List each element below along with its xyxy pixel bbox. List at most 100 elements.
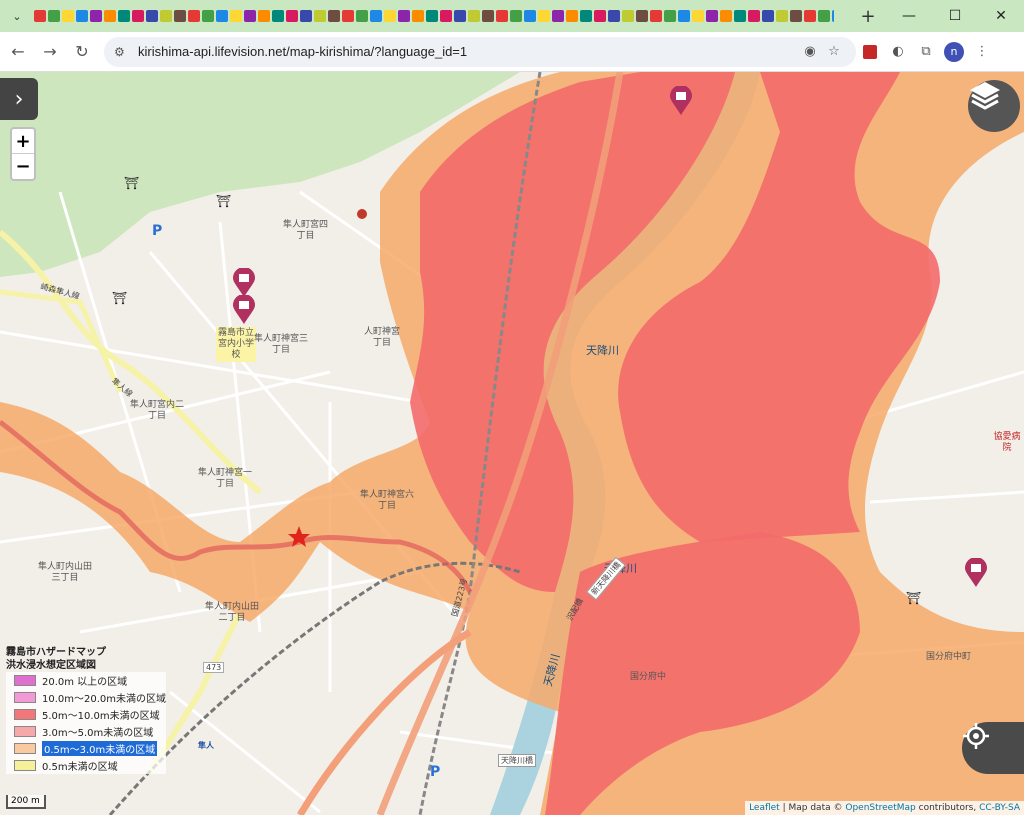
pinned-tab-favicon[interactable]: [748, 10, 760, 22]
pinned-tab-favicon[interactable]: [426, 10, 438, 22]
pinned-tab-favicon[interactable]: [356, 10, 368, 22]
shelter-pin[interactable]: [232, 268, 256, 298]
forward-button[interactable]: →: [36, 38, 64, 66]
license-link[interactable]: CC-BY-SA: [979, 803, 1020, 813]
pinned-tab-favicon[interactable]: [230, 10, 242, 22]
pdf-extension-icon[interactable]: [856, 38, 884, 66]
pinned-tab-favicon[interactable]: [258, 10, 270, 22]
pinned-tab-favicon[interactable]: [468, 10, 480, 22]
shelter-pin[interactable]: [669, 86, 693, 116]
pinned-tab-favicon[interactable]: [146, 10, 158, 22]
place-label: 人町神宮 丁目: [364, 327, 401, 348]
pinned-tab-favicon[interactable]: [118, 10, 130, 22]
pinned-tab-favicon[interactable]: [608, 10, 620, 22]
pinned-tab-favicon[interactable]: [440, 10, 452, 22]
pinned-tab-favicon[interactable]: [580, 10, 592, 22]
pinned-tab-favicon[interactable]: [636, 10, 648, 22]
pinned-tab-favicon[interactable]: [776, 10, 788, 22]
legend-item: 3.0m〜5.0m未満の区域: [6, 723, 166, 740]
pinned-tab-favicon[interactable]: [48, 10, 60, 22]
browser-toolbar: ← → ↻ ⚙ kirishima-api.lifevision.net/map…: [0, 32, 1024, 72]
pinned-tab-favicon[interactable]: [734, 10, 746, 22]
pinned-tab-favicon[interactable]: [188, 10, 200, 22]
pinned-tab-favicon[interactable]: [174, 10, 186, 22]
legend-subtitle: 洪水浸水想定区域図: [6, 660, 96, 671]
minimize-button[interactable]: —: [886, 0, 932, 32]
pinned-tab-favicon[interactable]: [398, 10, 410, 22]
bookmark-star-icon[interactable]: ☆: [822, 44, 846, 59]
puzzle-icon[interactable]: ⧉: [912, 38, 940, 66]
locate-me-button[interactable]: [962, 722, 1024, 774]
pinned-tab-favicon[interactable]: [706, 10, 718, 22]
pinned-tab-favicon[interactable]: [76, 10, 88, 22]
pinned-tab-favicon[interactable]: [566, 10, 578, 22]
pinned-tab-favicon[interactable]: [412, 10, 424, 22]
legend-item: 0.5m〜3.0m未満の区域: [6, 740, 166, 757]
pinned-tab-favicon[interactable]: [244, 10, 256, 22]
pinned-tab-favicon[interactable]: [720, 10, 732, 22]
back-button[interactable]: ←: [4, 38, 32, 66]
location-icon[interactable]: ◉: [798, 44, 822, 59]
pinned-tab-favicon[interactable]: [160, 10, 172, 22]
pinned-tab-favicon[interactable]: [790, 10, 802, 22]
window-controls: — ☐ ✕: [886, 0, 1024, 32]
pinned-tab-favicon[interactable]: [594, 10, 606, 22]
arrow-left-icon: ←: [11, 42, 25, 61]
osm-link[interactable]: OpenStreetMap: [845, 803, 915, 813]
pinned-tab-favicon[interactable]: [202, 10, 214, 22]
sidebar-toggle-button[interactable]: ›: [0, 78, 38, 120]
legend-label: 0.5m未満の区域: [42, 762, 118, 773]
pinned-tab-favicon[interactable]: [34, 10, 46, 22]
pinned-tab-favicon[interactable]: [692, 10, 704, 22]
place-label: 国分府中: [630, 672, 667, 682]
new-tab-button[interactable]: +: [856, 4, 880, 28]
pinned-tab-favicon[interactable]: [832, 10, 834, 22]
pinned-tab-favicon[interactable]: [90, 10, 102, 22]
zoom-out-button[interactable]: −: [12, 154, 34, 179]
pinned-tab-favicon[interactable]: [678, 10, 690, 22]
pinned-tab-favicon[interactable]: [496, 10, 508, 22]
pinned-tab-favicon[interactable]: [538, 10, 550, 22]
pinned-tab-favicon[interactable]: [804, 10, 816, 22]
pinned-tab-favicon[interactable]: [482, 10, 494, 22]
pinned-tab-favicon[interactable]: [314, 10, 326, 22]
place-label: 隼人町内山田 二丁目: [205, 602, 260, 623]
pinned-tab-favicon[interactable]: [664, 10, 676, 22]
menu-kebab-icon[interactable]: ⋮: [968, 38, 996, 66]
close-window-button[interactable]: ✕: [978, 0, 1024, 32]
profile-button[interactable]: n: [940, 38, 968, 66]
pinned-tab-favicon[interactable]: [62, 10, 74, 22]
address-bar[interactable]: ⚙ kirishima-api.lifevision.net/map-kiris…: [104, 36, 856, 67]
zoom-in-button[interactable]: +: [12, 129, 34, 154]
pinned-tab-favicon[interactable]: [342, 10, 354, 22]
road-number: 473: [203, 662, 225, 673]
shelter-pin[interactable]: [964, 558, 988, 588]
pinned-tab-favicon[interactable]: [454, 10, 466, 22]
pinned-tab-favicon[interactable]: [552, 10, 564, 22]
pinned-tab-favicon[interactable]: [762, 10, 774, 22]
pinned-tab-favicon[interactable]: [286, 10, 298, 22]
reload-button[interactable]: ↻: [68, 38, 96, 66]
shelter-pin[interactable]: [232, 295, 256, 325]
pinned-tab-favicon[interactable]: [510, 10, 522, 22]
site-settings-icon[interactable]: ⚙: [114, 45, 132, 59]
pinned-tab-favicon[interactable]: [650, 10, 662, 22]
maximize-button[interactable]: ☐: [932, 0, 978, 32]
layers-button[interactable]: [968, 80, 1020, 132]
tab-search-button[interactable]: ⌄: [6, 5, 28, 27]
url-text[interactable]: kirishima-api.lifevision.net/map-kirishi…: [138, 44, 798, 59]
extension-icon[interactable]: ◐: [884, 38, 912, 66]
pinned-tab-favicon[interactable]: [524, 10, 536, 22]
pinned-tab-favicon[interactable]: [300, 10, 312, 22]
hazard-map[interactable]: ⛩ ⛩ ⛩ ⛩ P P 隼人町宮四 丁目 霧島市立 宮内小学校 隼人町神宮三 丁目 人…: [0, 72, 1024, 815]
pinned-tab-favicon[interactable]: [370, 10, 382, 22]
pinned-tab-favicon[interactable]: [622, 10, 634, 22]
pinned-tab-favicon[interactable]: [328, 10, 340, 22]
pinned-tab-favicon[interactable]: [216, 10, 228, 22]
pinned-tab-favicon[interactable]: [272, 10, 284, 22]
pinned-tab-favicon[interactable]: [132, 10, 144, 22]
leaflet-link[interactable]: Leaflet: [749, 803, 780, 813]
pinned-tab-favicon[interactable]: [384, 10, 396, 22]
pinned-tab-favicon[interactable]: [818, 10, 830, 22]
pinned-tab-favicon[interactable]: [104, 10, 116, 22]
